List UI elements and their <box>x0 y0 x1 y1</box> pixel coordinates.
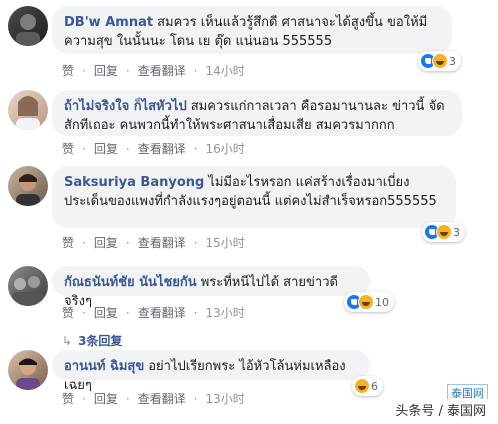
reaction-count: 3 <box>453 225 460 239</box>
comment-author[interactable]: อานนท์ ฉิมสุข <box>64 359 144 374</box>
like-button[interactable]: 赞 <box>62 142 74 156</box>
watermark-text: 头条号 / 泰国网 <box>391 399 490 420</box>
comment-time[interactable]: 13小时 <box>206 306 245 320</box>
avatar[interactable] <box>8 350 48 390</box>
avatar-image <box>16 174 40 206</box>
comment-time[interactable]: 13小时 <box>206 392 245 406</box>
reply-button[interactable]: 回复 <box>94 142 118 156</box>
comment-author[interactable]: กัณธนันท์ชัย นันไชยกัน <box>64 275 197 290</box>
reply-button[interactable]: 回复 <box>94 64 118 78</box>
comment-author[interactable]: Saksuriya Banyong <box>64 175 204 190</box>
comment-actions: 赞 · 回复 · 查看翻译 · 13小时 <box>62 392 245 406</box>
reply-button[interactable]: 回复 <box>94 236 118 250</box>
translate-button[interactable]: 查看翻译 <box>138 64 186 78</box>
translate-button[interactable]: 查看翻译 <box>138 142 186 156</box>
reply-button[interactable]: 回复 <box>94 392 118 406</box>
comment-actions: 赞 · 回复 · 查看翻译 · 15小时 <box>62 236 245 250</box>
comment-actions: 赞 · 回复 · 查看翻译 · 16小时 <box>62 142 245 156</box>
comment-time[interactable]: 14小时 <box>206 64 245 78</box>
comment-bubble: อานนท์ ฉิมสุข อย่าไปเรียกพระ ไอ้หัวโล้นห่… <box>52 350 370 393</box>
reaction-summary[interactable]: 10 <box>344 292 394 312</box>
laugh-icon <box>432 53 448 69</box>
reaction-summary[interactable]: 3 <box>422 222 465 242</box>
comment-author[interactable]: DB'w Amnat <box>64 15 153 30</box>
comment-bubble: ถ้าไม่จริงใจ ก็ไสหัวไป สมควรแก่กาลเวลา คื… <box>52 90 462 136</box>
like-button[interactable]: 赞 <box>62 236 74 250</box>
reaction-count: 10 <box>375 295 389 309</box>
avatar[interactable] <box>8 6 48 46</box>
like-button[interactable]: 赞 <box>62 64 74 78</box>
reply-arrow-icon: ↳ <box>62 334 73 348</box>
view-replies-link[interactable]: ↳ 3条回复 <box>62 332 122 349</box>
laugh-icon <box>354 378 370 394</box>
avatar-image <box>12 276 44 306</box>
reaction-summary[interactable]: 6 <box>352 376 383 396</box>
reaction-count: 3 <box>449 54 456 68</box>
replies-count[interactable]: 3条回复 <box>78 334 122 348</box>
translate-button[interactable]: 查看翻译 <box>138 306 186 320</box>
comment-time[interactable]: 16小时 <box>206 142 245 156</box>
translate-button[interactable]: 查看翻译 <box>138 392 186 406</box>
comment-bubble: DB'w Amnat สมควร เห็นแล้วรู้สึกดี ศาสนาจะ… <box>52 6 452 54</box>
comment-actions: 赞 · 回复 · 查看翻译 · 14小时 <box>62 64 245 78</box>
comment-author[interactable]: ถ้าไม่จริงใจ ก็ไสหัวไป <box>64 99 187 114</box>
avatar-image <box>16 14 40 46</box>
comment-time[interactable]: 15小时 <box>206 236 245 250</box>
reaction-summary[interactable]: 3 <box>418 51 461 71</box>
avatar[interactable] <box>8 90 48 130</box>
avatar[interactable] <box>8 166 48 206</box>
laugh-icon <box>358 294 374 310</box>
comment-bubble: Saksuriya Banyong ไม่มีอะไรหรอก แค่สร้างเ… <box>52 166 456 228</box>
like-button[interactable]: 赞 <box>62 306 74 320</box>
like-button[interactable]: 赞 <box>62 392 74 406</box>
comment-actions: 赞 · 回复 · 查看翻译 · 13小时 <box>62 306 245 320</box>
reaction-count: 6 <box>371 379 378 393</box>
reply-button[interactable]: 回复 <box>94 306 118 320</box>
laugh-icon <box>436 224 452 240</box>
avatar-image <box>16 358 40 390</box>
avatar-image <box>16 96 40 130</box>
translate-button[interactable]: 查看翻译 <box>138 236 186 250</box>
avatar[interactable] <box>8 266 48 306</box>
comment-bubble: กัณธนันท์ชัย นันไชยกัน พระที่หนีไปได้ สาย… <box>52 266 370 309</box>
